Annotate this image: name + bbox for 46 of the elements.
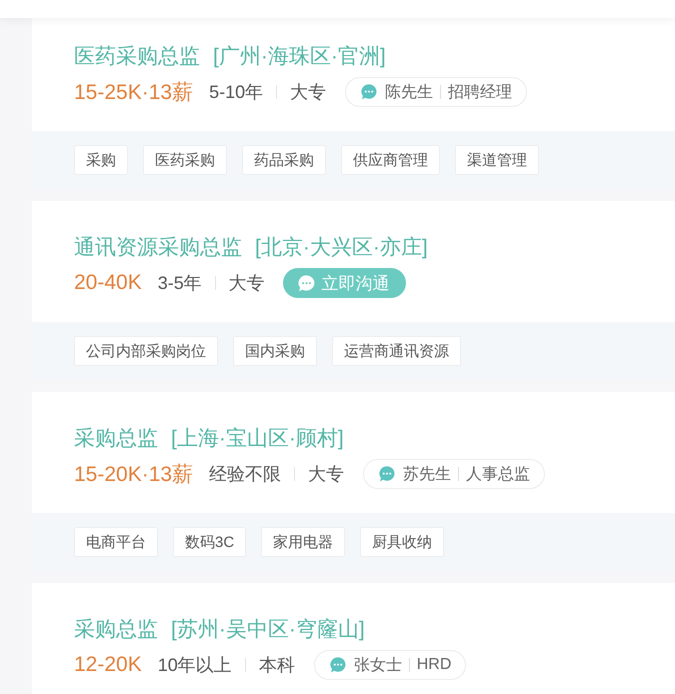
- job-location: [广州·海珠区·官洲]: [213, 44, 386, 70]
- skill-tag: 医药采购: [143, 145, 227, 175]
- skill-tag: 厨具收纳: [360, 527, 444, 557]
- skill-tag: 数码3C: [173, 527, 246, 557]
- skill-tag: 采购: [74, 145, 128, 175]
- education-text: 本科: [258, 654, 295, 677]
- skill-tag: 供应商管理: [341, 145, 440, 175]
- chat-bubble-icon: [328, 656, 347, 674]
- job-location: [北京·大兴区·亦庄]: [255, 235, 428, 261]
- experience-text: 5-10年: [209, 81, 264, 104]
- skill-tag: 渠道管理: [455, 145, 539, 175]
- chat-bubble-icon: [360, 83, 378, 101]
- skill-tag: 家用电器: [261, 527, 346, 557]
- job-title[interactable]: 通讯资源采购总监: [74, 233, 242, 261]
- salary-text: 20-40K: [74, 271, 142, 295]
- job-location: [苏州·吴中区·穹窿山]: [171, 617, 365, 643]
- skill-tag: 运营商通讯资源: [332, 336, 461, 366]
- skill-tag: 药品采购: [242, 145, 326, 175]
- recruiter-pill[interactable]: 张女士 HRD: [314, 650, 466, 680]
- salary-text: 12-20K: [74, 653, 142, 677]
- skill-tag: 国内采购: [233, 336, 317, 366]
- education-text: 大专: [228, 272, 265, 295]
- recruiter-pill[interactable]: 苏先生 人事总监: [363, 459, 546, 489]
- chat-button[interactable]: 立即沟通: [282, 268, 406, 298]
- recruiter-name: 苏先生: [403, 464, 452, 484]
- recruiter-role: HRD: [416, 656, 452, 674]
- recruiter-name: 张女士: [354, 656, 402, 676]
- chat-bubble-icon: [378, 465, 396, 483]
- skill-tag: 公司内部采购岗位: [74, 336, 218, 366]
- experience-text: 10年以上: [158, 654, 232, 677]
- salary-text: 15-20K·13薪: [74, 462, 194, 488]
- chat-bubble-icon: [296, 274, 316, 292]
- salary-text: 15-25K·13薪: [74, 80, 194, 106]
- recruiter-role: 招聘经理: [448, 82, 512, 102]
- experience-text: 经验不限: [209, 463, 282, 486]
- education-text: 大专: [290, 81, 326, 104]
- recruiter-role: 人事总监: [466, 464, 530, 484]
- job-title[interactable]: 采购总监: [74, 615, 158, 643]
- recruiter-pill[interactable]: 陈先生 招聘经理: [345, 77, 528, 107]
- skill-tag: 电商平台: [74, 527, 158, 557]
- job-location: [上海·宝山区·顾村]: [171, 426, 344, 452]
- recruiter-name: 陈先生: [385, 82, 434, 102]
- education-text: 大专: [308, 463, 344, 486]
- job-title[interactable]: 采购总监: [74, 424, 158, 452]
- experience-text: 3-5年: [158, 272, 202, 295]
- job-title[interactable]: 医药采购总监: [74, 42, 200, 70]
